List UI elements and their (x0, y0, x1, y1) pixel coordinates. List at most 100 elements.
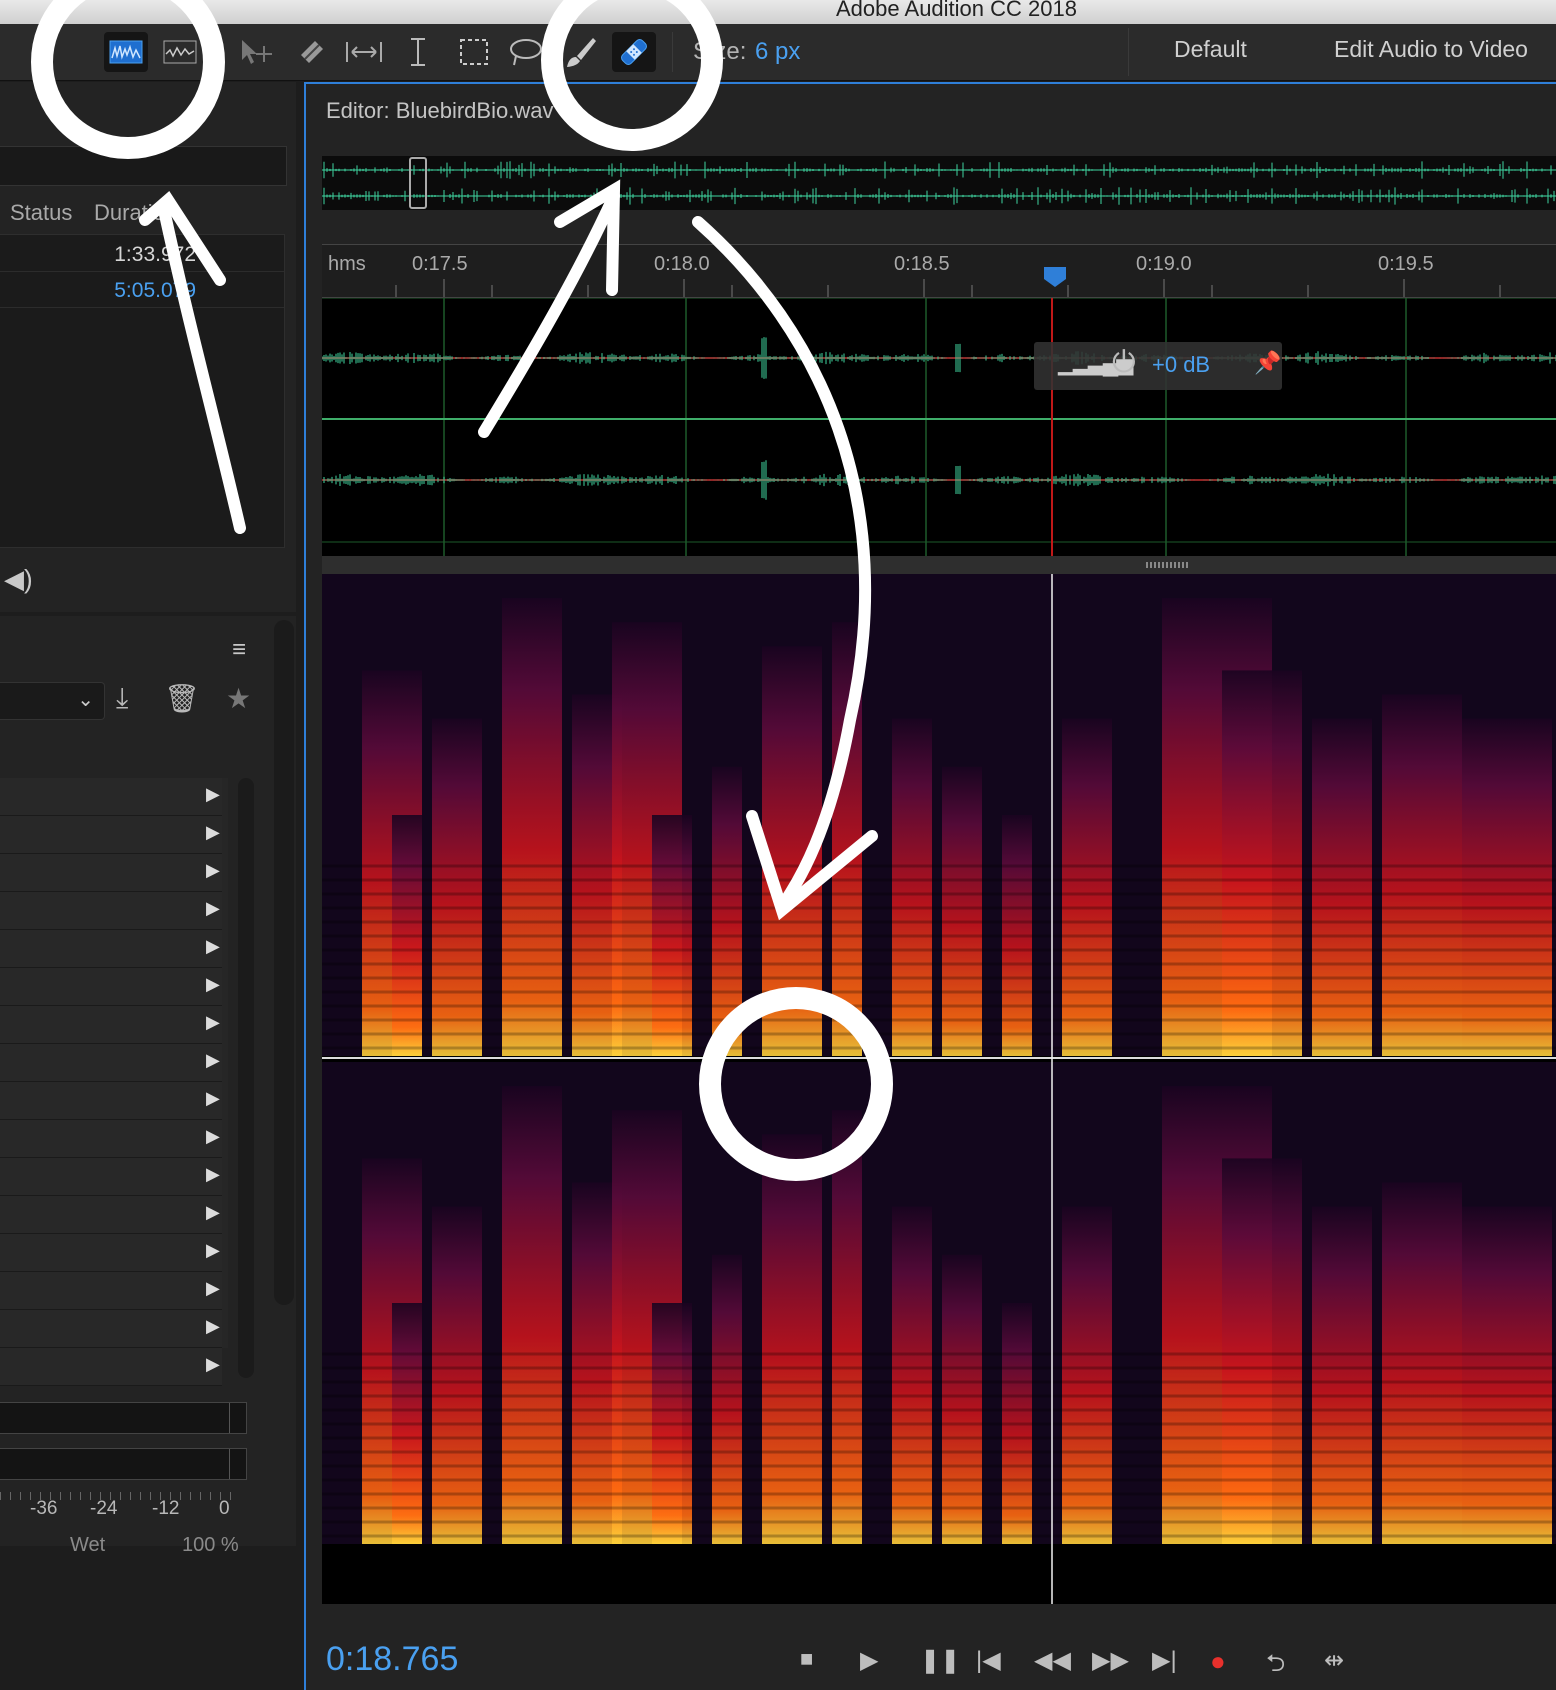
wet-value[interactable]: 100 % (182, 1534, 239, 1557)
gain-knob-icon[interactable]: ⏻ (1112, 346, 1136, 380)
pin-icon[interactable]: 📌 (1254, 350, 1281, 376)
effect-slots: ▶ ▶ ▶ ▶ ▶ ▶ ▶ ▶ ▶ ▶ ▶ ▶ ▶ ▶ ▶ ▶ (0, 778, 228, 1386)
expand-arrow-icon[interactable]: ▶ (206, 860, 220, 881)
expand-arrow-icon[interactable]: ▶ (206, 784, 220, 805)
db-label: -36 (30, 1498, 58, 1519)
editor-title[interactable]: Editor: BluebirdBio.wav (326, 98, 553, 124)
hud-gain-control[interactable]: ▁▂▃▄▅ ⏻ +0 dB 📌 (1034, 342, 1282, 390)
effect-slot[interactable]: ▶ (0, 892, 222, 930)
effect-slot[interactable]: ▶ (0, 968, 222, 1006)
skip-selection-icon[interactable]: ⇹ (1324, 1646, 1344, 1675)
expand-arrow-icon[interactable]: ▶ (206, 898, 220, 919)
go-to-start-icon[interactable]: |◀ (976, 1646, 1001, 1675)
overview-waveform[interactable] (322, 156, 1556, 210)
expand-arrow-icon[interactable]: ▶ (206, 1278, 220, 1299)
effect-slot[interactable]: ▶ (0, 1158, 222, 1196)
brush-size-value[interactable]: 6 px (755, 38, 800, 66)
output-level-meter (0, 1448, 247, 1480)
expand-arrow-icon[interactable]: ▶ (206, 1316, 220, 1337)
workspace-default[interactable]: Default (1174, 36, 1247, 63)
record-icon[interactable]: ● (1210, 1646, 1226, 1677)
input-level-meter (0, 1402, 247, 1434)
editor-panel: Editor: BluebirdBio.wav hms 0:17.5 0:18.… (304, 82, 1556, 1690)
files-search-input[interactable] (0, 146, 287, 186)
file-duration[interactable]: 1:33.972 (0, 243, 196, 267)
fast-forward-icon[interactable]: ▶▶ (1092, 1646, 1129, 1675)
effect-slot[interactable]: ▶ (0, 1348, 222, 1386)
effect-slot[interactable]: ▶ (0, 778, 222, 816)
play-icon[interactable]: ▶ (860, 1646, 878, 1675)
move-tool-icon[interactable] (234, 32, 278, 72)
stop-icon[interactable]: ■ (800, 1646, 813, 1672)
files-list: 1:33.972 5:05.079 (0, 234, 285, 548)
waveform-view-icon[interactable] (104, 32, 148, 72)
effect-slot[interactable]: ▶ (0, 1082, 222, 1120)
column-duration[interactable]: Duration (94, 200, 177, 226)
column-status[interactable]: Status (10, 200, 72, 226)
expand-arrow-icon[interactable]: ▶ (206, 936, 220, 957)
expand-arrow-icon[interactable]: ▶ (206, 1012, 220, 1033)
save-preset-icon[interactable]: ⤓ (116, 682, 128, 715)
db-label: -24 (90, 1498, 118, 1519)
playhead-marker (1044, 267, 1066, 287)
chevron-down-icon: ⌄ (77, 689, 94, 711)
spectral-view-icon[interactable] (158, 32, 202, 72)
favorite-star-icon[interactable]: ★ (226, 682, 251, 715)
expand-arrow-icon[interactable]: ▶ (206, 1126, 220, 1147)
spectral-frequency-display[interactable] (322, 574, 1556, 1604)
waveform-display[interactable]: ▁▂▃▄▅ ⏻ +0 dB 📌 (321, 297, 1556, 556)
workspace-edit-audio-to-video[interactable]: Edit Audio to Video (1334, 36, 1528, 63)
wet-label: Wet (70, 1534, 106, 1556)
expand-arrow-icon[interactable]: ▶ (206, 1164, 220, 1185)
effect-slot[interactable]: ▶ (0, 1044, 222, 1082)
marquee-tool-icon[interactable] (452, 32, 496, 72)
slip-tool-icon[interactable] (342, 32, 386, 72)
preview-volume-icon[interactable]: ◀) (4, 564, 33, 595)
effect-slot[interactable]: ▶ (0, 1310, 222, 1348)
time-selection-tool-icon[interactable] (396, 32, 440, 72)
effect-slot[interactable]: ▶ (0, 816, 222, 854)
rewind-icon[interactable]: ◀◀ (1034, 1646, 1071, 1675)
effects-rack-panel: ≡ ⌄ ⤓ 🗑 ★ ▶ ▶ ▶ ▶ ▶ ▶ ▶ ▶ ▶ ▶ ▶ ▶ ▶ ▶ ▶ ▶ -36 -24 -12 0… (0, 616, 296, 1556)
view-divider[interactable] (322, 556, 1556, 574)
expand-arrow-icon[interactable]: ▶ (206, 1050, 220, 1071)
effect-slot[interactable]: ▶ (0, 1196, 222, 1234)
preset-dropdown[interactable]: ⌄ (0, 682, 105, 720)
spot-healing-brush-icon[interactable] (612, 32, 656, 72)
effect-slot[interactable]: ▶ (0, 1120, 222, 1158)
effect-slot[interactable]: ▶ (0, 854, 222, 892)
loop-icon[interactable]: ⮌ (1266, 1646, 1285, 1687)
expand-arrow-icon[interactable]: ▶ (206, 1240, 220, 1261)
workspace-separator (1128, 28, 1129, 76)
panel-menu-icon[interactable]: ≡ (232, 636, 246, 664)
app-title: Adobe Audition CC 2018 (836, 0, 1077, 21)
panel-scrollbar[interactable] (274, 620, 294, 1305)
razor-tool-icon[interactable] (290, 32, 334, 72)
lasso-tool-icon[interactable] (504, 32, 548, 72)
toolbar-separator (672, 32, 673, 72)
time-ruler[interactable]: hms 0:17.5 0:18.0 0:18.5 0:19.0 0:19.5 (322, 244, 1556, 298)
expand-arrow-icon[interactable]: ▶ (206, 822, 220, 843)
pause-icon[interactable]: ❚❚ (920, 1646, 960, 1675)
effect-slot[interactable]: ▶ (0, 1006, 222, 1044)
go-to-end-icon[interactable]: ▶| (1152, 1646, 1177, 1675)
expand-arrow-icon[interactable]: ▶ (206, 1354, 220, 1375)
effect-slot[interactable]: ▶ (0, 930, 222, 968)
current-time-display[interactable]: 0:18.765 (326, 1640, 458, 1679)
title-bar: Adobe Audition CC 2018 (0, 0, 1556, 24)
paintbrush-tool-icon[interactable] (558, 32, 602, 72)
expand-arrow-icon[interactable]: ▶ (206, 974, 220, 995)
db-label: -12 (152, 1498, 180, 1519)
expand-arrow-icon[interactable]: ▶ (206, 1202, 220, 1223)
brush-size-label: Size: (693, 38, 747, 65)
toolbar: Size: 6 px Default Edit Audio to Video (0, 24, 1556, 81)
files-panel: Status Duration 1:33.972 5:05.079 ◀) (0, 82, 296, 612)
effect-slot[interactable]: ▶ (0, 1272, 222, 1310)
expand-arrow-icon[interactable]: ▶ (206, 1088, 220, 1109)
trash-icon[interactable]: 🗑 (164, 682, 200, 715)
db-label: 0 (219, 1498, 230, 1519)
effect-slot[interactable]: ▶ (0, 1234, 222, 1272)
hud-gain-value[interactable]: +0 dB (1152, 352, 1210, 378)
rack-scrollbar[interactable] (238, 778, 254, 1378)
file-duration[interactable]: 5:05.079 (0, 279, 196, 303)
